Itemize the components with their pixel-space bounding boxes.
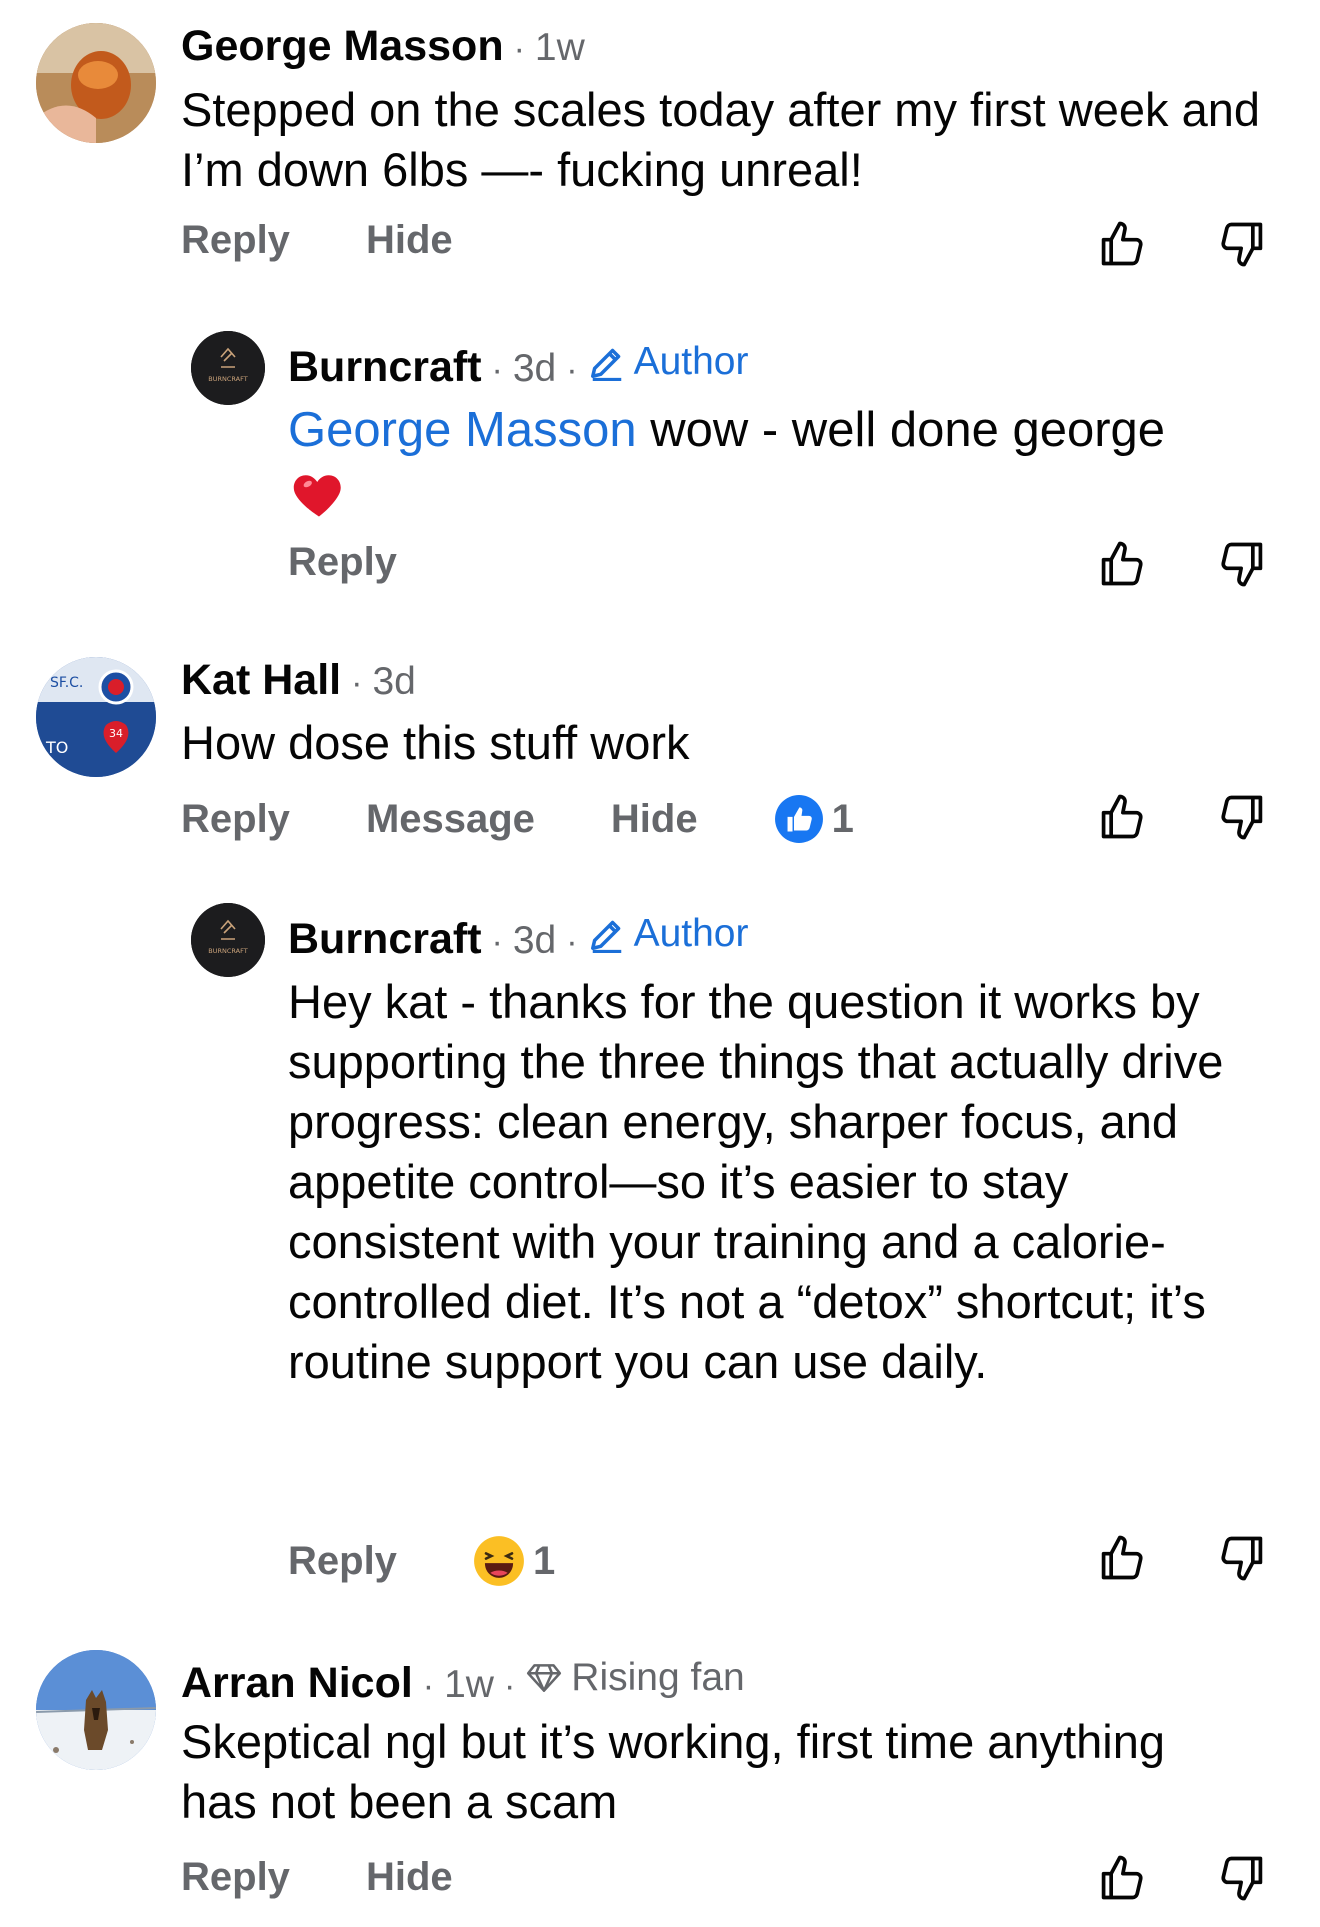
separator-dot: · — [503, 1667, 516, 1705]
separator-dot: · — [566, 923, 578, 961]
thumbs-down-icon[interactable] — [1216, 538, 1268, 590]
hide-button[interactable]: Hide — [366, 218, 453, 263]
avatar[interactable]: BURNCRAFT — [191, 331, 265, 405]
thumbs-down-icon[interactable] — [1216, 1852, 1268, 1904]
burncraft-logo-text: BURNCRAFT — [208, 947, 247, 955]
burncraft-logo-text: BURNCRAFT — [208, 375, 247, 383]
mention-link[interactable]: George Masson — [288, 403, 637, 457]
author-badge-label: Author — [633, 912, 749, 955]
avatar[interactable] — [36, 1650, 156, 1770]
avatar[interactable] — [36, 23, 156, 143]
reply-button[interactable]: Reply — [288, 1539, 397, 1584]
timestamp[interactable]: 3d — [372, 660, 415, 704]
comment-text: How dose this stuff work — [181, 716, 690, 769]
timestamp[interactable]: 1w — [444, 1663, 494, 1707]
commenter-name[interactable]: Arran Nicol — [181, 1659, 413, 1708]
reaction-count: 1 — [532, 1538, 556, 1583]
author-badge-label: Author — [633, 340, 749, 383]
reaction-summary[interactable]: 1 — [473, 1535, 555, 1587]
svg-text:TO: TO — [45, 738, 68, 757]
svg-text:34: 34 — [109, 727, 123, 740]
comment-text: Stepped on the scales today after my fir… — [181, 83, 1260, 196]
reply-button[interactable]: Reply — [181, 797, 290, 842]
comment-text: Skeptical ngl but it’s working, first ti… — [181, 1715, 1165, 1828]
separator-dot: · — [491, 923, 503, 961]
separator-dot: · — [566, 351, 578, 389]
reaction-summary[interactable]: 1 — [774, 794, 854, 844]
diamond-icon — [527, 1664, 562, 1692]
separator-dot: · — [491, 351, 503, 389]
commenter-name[interactable]: George Masson — [181, 22, 504, 71]
separator-dot: · — [351, 664, 363, 702]
hide-button[interactable]: Hide — [611, 797, 698, 842]
avatar[interactable]: 34 SF.C. TO — [36, 657, 156, 777]
commenter-name[interactable]: Burncraft — [288, 343, 482, 392]
avatar[interactable]: BURNCRAFT — [191, 903, 265, 977]
thumbs-down-icon[interactable] — [1216, 1532, 1268, 1584]
commenter-name[interactable]: Burncraft — [288, 915, 482, 964]
comment-text: Hey kat - thanks for the question it wor… — [288, 975, 1224, 1388]
pencil-icon — [588, 915, 626, 953]
thumbs-up-icon[interactable] — [1096, 538, 1148, 590]
separator-dot: · — [513, 30, 525, 68]
rising-fan-label: Rising fan — [571, 1656, 745, 1699]
hide-button[interactable]: Hide — [366, 1855, 453, 1900]
thumbs-up-icon[interactable] — [1096, 1852, 1148, 1904]
timestamp[interactable]: 3d — [513, 347, 556, 391]
rising-fan-badge: Rising fan — [525, 1656, 745, 1700]
like-reaction-icon — [774, 795, 823, 843]
commenter-name[interactable]: Kat Hall — [181, 656, 341, 705]
haha-reaction-icon — [474, 1536, 524, 1586]
thumbs-down-icon[interactable] — [1216, 218, 1268, 270]
svg-text:SF.C.: SF.C. — [50, 675, 83, 691]
comment-text: George Masson wow - well done george — [288, 400, 1288, 526]
thumbs-down-icon[interactable] — [1216, 791, 1268, 843]
reply-button[interactable]: Reply — [181, 218, 290, 263]
timestamp[interactable]: 3d — [513, 919, 556, 963]
author-badge: Author — [588, 340, 749, 384]
separator-dot: · — [422, 1667, 435, 1705]
thumbs-up-icon[interactable] — [1096, 1532, 1148, 1584]
reply-button[interactable]: Reply — [181, 1855, 290, 1900]
reply-button[interactable]: Reply — [288, 540, 397, 585]
comment-body: wow - well done george — [636, 403, 1166, 457]
thumbs-up-icon[interactable] — [1096, 791, 1148, 843]
thumbs-up-icon[interactable] — [1096, 218, 1148, 270]
heart-emoji — [288, 464, 1288, 526]
reaction-count: 1 — [831, 796, 854, 841]
author-badge: Author — [588, 912, 749, 956]
pencil-icon — [588, 343, 626, 381]
message-button[interactable]: Message — [366, 797, 535, 842]
timestamp[interactable]: 1w — [535, 26, 585, 70]
